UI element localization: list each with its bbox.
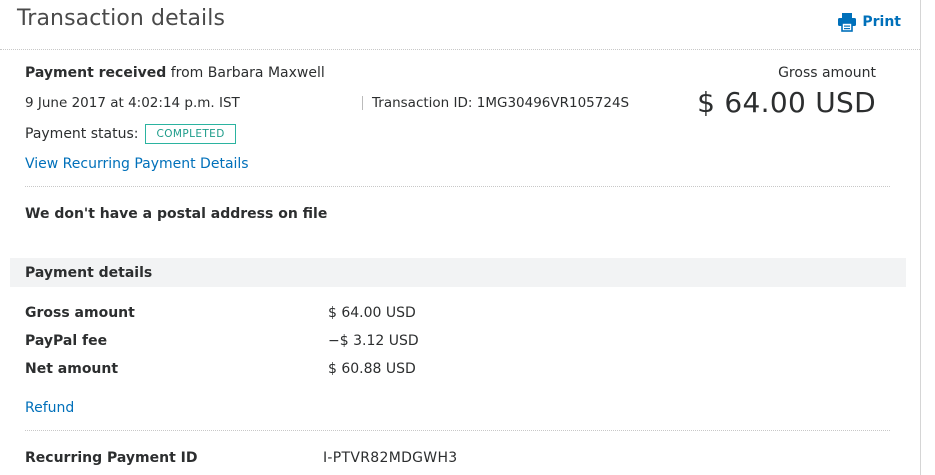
divider [25, 186, 890, 187]
transaction-id-line: Transaction ID: 1MG30496VR105724S [372, 95, 629, 111]
view-recurring-payment-link[interactable]: View Recurring Payment Details [25, 156, 249, 172]
print-button[interactable]: Print [837, 12, 901, 32]
payment-received-line: Payment received from Barbara Maxwell [25, 65, 325, 81]
net-amount-row-label: Net amount [25, 361, 119, 377]
transaction-id-value: 1MG30496VR105724S [476, 95, 630, 111]
refund-link[interactable]: Refund [25, 400, 74, 416]
status-badge: COMPLETED [145, 124, 236, 144]
page-title: Transaction details [17, 6, 226, 31]
header: Transaction details Print [0, 0, 920, 50]
printer-icon [837, 12, 857, 32]
separator [362, 96, 363, 110]
payment-status-row: Payment status: COMPLETED [25, 124, 236, 144]
gross-amount-label: Gross amount [778, 65, 876, 81]
recurring-payment-id-label: Recurring Payment ID [25, 450, 198, 466]
transaction-date: 9 June 2017 at 4:02:14 p.m. IST [25, 95, 240, 111]
print-label: Print [862, 14, 901, 30]
paypal-fee-row-value: −$ 3.12 USD [328, 333, 419, 349]
net-amount-row-value: $ 60.88 USD [328, 361, 416, 377]
payment-received-label: Payment received [25, 65, 167, 81]
transaction-id-label: Transaction ID: [372, 95, 473, 111]
payer-name: from Barbara Maxwell [170, 65, 325, 81]
gross-amount-value: $ 64.00 USD [697, 86, 876, 119]
gross-amount-row-value: $ 64.00 USD [328, 305, 416, 321]
transaction-details-panel: Transaction details Print Payment receiv… [0, 0, 921, 475]
recurring-payment-id-value: I-PTVR82MDGWH3 [323, 450, 458, 466]
payment-details-title: Payment details [25, 265, 153, 281]
payment-details-header: Payment details [10, 258, 906, 287]
postal-address-notice: We don't have a postal address on file [25, 206, 328, 222]
payment-status-label: Payment status: [25, 126, 139, 142]
divider [25, 430, 890, 431]
gross-amount-row-label: Gross amount [25, 305, 135, 321]
paypal-fee-row-label: PayPal fee [25, 333, 108, 349]
scrollbar[interactable] [921, 0, 935, 475]
